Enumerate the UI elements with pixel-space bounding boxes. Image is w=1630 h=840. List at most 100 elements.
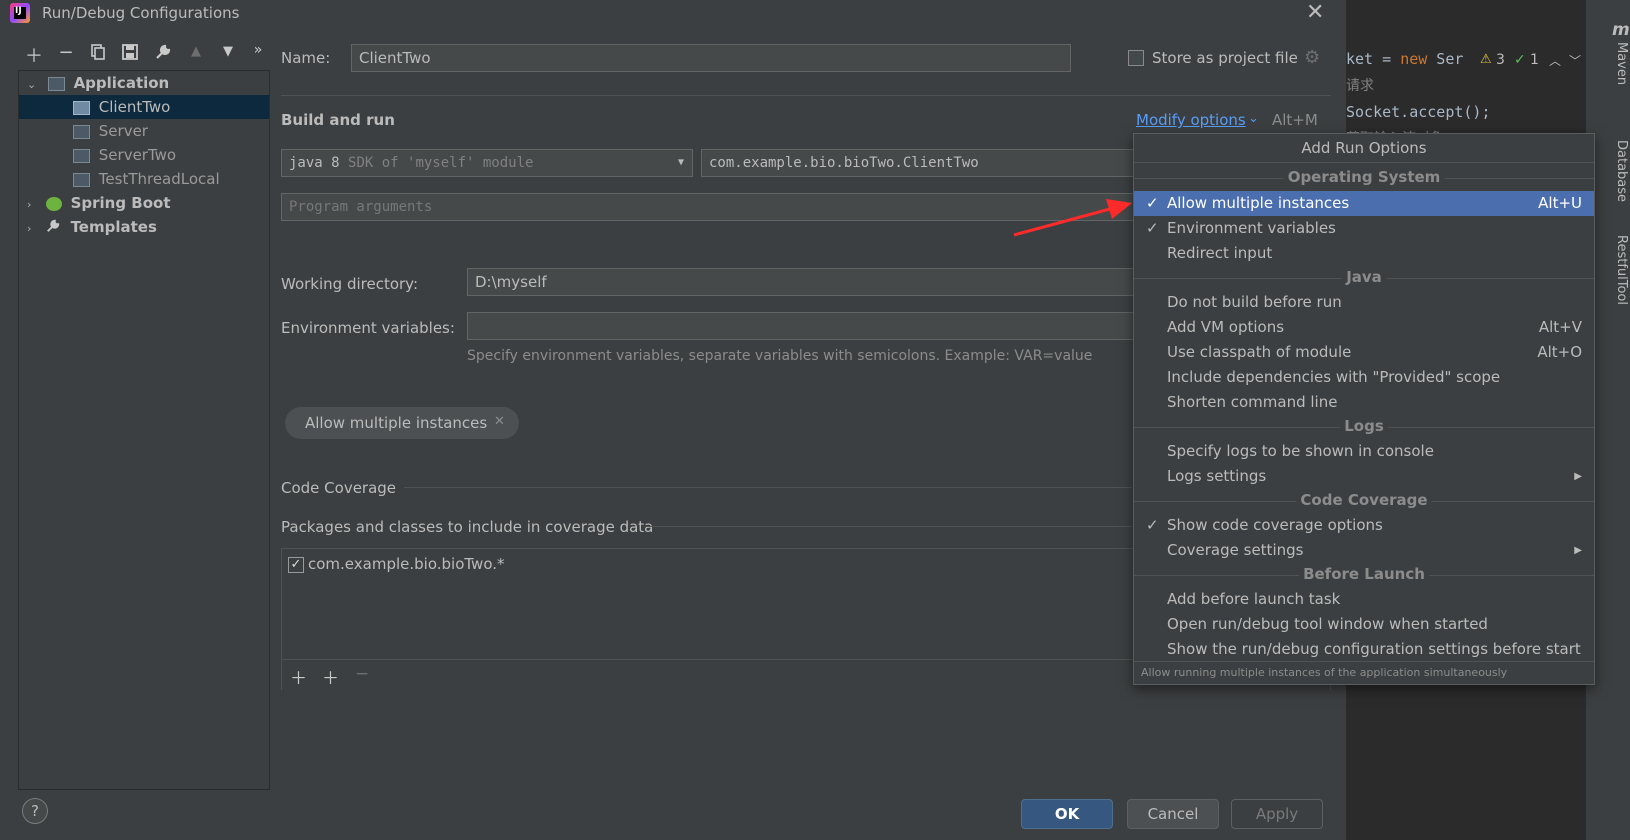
code-comment: 请求 [1346, 78, 1374, 94]
dropdown-arrow-icon: ▼ [677, 157, 684, 168]
option-use-classpath[interactable]: Use classpath of module Alt+O [1134, 340, 1594, 365]
warning-icon[interactable]: ⚠ [1480, 52, 1492, 67]
check-icon: ✓ [1146, 516, 1159, 534]
chevron-right-icon[interactable]: › [27, 217, 41, 241]
tree-node-label: Application [73, 74, 170, 92]
option-include-provided[interactable]: Include dependencies with "Provided" sco… [1134, 365, 1594, 390]
option-add-vm-options[interactable]: Add VM options Alt+V [1134, 315, 1594, 340]
tree-item-clienttwo[interactable]: ClientTwo [19, 95, 269, 119]
warning-count: 3 [1496, 52, 1505, 68]
maven-tool-tab[interactable]: Maven [1614, 42, 1629, 85]
add-icon[interactable]: ＋ [23, 42, 45, 68]
remove-chip-icon[interactable]: ✕ [494, 414, 505, 429]
restful-tool-tab[interactable]: RestfulTool [1614, 235, 1629, 305]
section-operating-system: Operating System [1134, 168, 1594, 188]
option-redirect-input[interactable]: Redirect input [1134, 241, 1594, 266]
tree-item-label: TestThreadLocal [98, 170, 220, 188]
tree-item-testthreadlocal[interactable]: TestThreadLocal [19, 167, 269, 191]
modify-options-shortcut: Alt+M [1272, 111, 1318, 129]
window-title: Run/Debug Configurations [42, 4, 240, 22]
popup-footer-hint: Allow running multiple instances of the … [1134, 661, 1594, 683]
wrench-icon [46, 216, 62, 240]
tree-item-servertwo[interactable]: ServerTwo [19, 143, 269, 167]
configuration-tree: ⌄ Application ClientTwo Server ServerTwo… [18, 70, 270, 790]
tree-item-server[interactable]: Server [19, 119, 269, 143]
tree-node-templates[interactable]: › Templates [19, 215, 269, 239]
code-coverage-title: Code Coverage [281, 479, 397, 497]
option-allow-multiple-instances[interactable]: ✓ Allow multiple instances Alt+U [1134, 191, 1594, 216]
option-specify-logs[interactable]: Specify logs to be shown in console [1134, 439, 1594, 464]
submenu-arrow-icon: ▶ [1574, 471, 1582, 482]
store-project-label: Store as project file [1152, 49, 1298, 67]
build-run-title: Build and run [281, 111, 395, 129]
intellij-logo-icon: IJ [10, 3, 30, 23]
option-add-before-task[interactable]: Add before launch task [1134, 587, 1594, 612]
working-dir-input[interactable]: D:\myself [467, 268, 1141, 296]
option-do-not-build[interactable]: Do not build before run [1134, 290, 1594, 315]
tree-node-spring-boot[interactable]: › Spring Boot [19, 191, 269, 215]
move-down-icon[interactable]: ▼ [217, 44, 239, 59]
database-tool-tab[interactable]: Database [1614, 140, 1629, 202]
copy-icon[interactable] [87, 44, 109, 65]
chip-label: Allow multiple instances [305, 414, 488, 432]
jre-detail: SDK of 'myself' module [348, 155, 534, 171]
chevron-down-icon[interactable]: ﹀ [1569, 52, 1581, 69]
annotation-arrow-icon [1013, 199, 1132, 237]
option-show-settings-before-start[interactable]: Show the run/debug configuration setting… [1134, 637, 1594, 662]
remove-icon[interactable]: − [355, 664, 369, 684]
working-dir-label: Working directory: [281, 275, 419, 293]
apply-button[interactable]: Apply [1231, 799, 1323, 829]
run-config-icon [73, 172, 90, 187]
save-icon[interactable] [119, 44, 141, 65]
check-icon: ✓ [1146, 219, 1159, 237]
option-open-tool-window[interactable]: Open run/debug tool window when started [1134, 612, 1594, 637]
chevron-right-icon[interactable]: › [27, 193, 41, 217]
option-logs-settings[interactable]: Logs settings ▶ [1134, 464, 1594, 489]
divider [646, 526, 1132, 527]
option-environment-variables[interactable]: ✓ Environment variables [1134, 216, 1594, 241]
maven-logo-icon: m [1612, 20, 1630, 40]
name-label: Name: [281, 49, 331, 67]
env-vars-input[interactable] [467, 312, 1141, 340]
chevron-up-icon[interactable]: ︿ [1549, 52, 1561, 69]
code-line: Socket.accept(); [1346, 103, 1491, 121]
main-class-input[interactable]: com.example.bio.bioTwo.ClientTwo [701, 149, 1141, 177]
modify-options-link[interactable]: Modify options [1136, 111, 1246, 129]
allow-multiple-chip[interactable]: Allow multiple instances ✕ [285, 407, 519, 439]
option-coverage-settings[interactable]: Coverage settings ▶ [1134, 538, 1594, 563]
ok-button[interactable]: OK [1021, 799, 1113, 829]
more-icon[interactable]: » [247, 42, 269, 58]
add-package-icon[interactable]: ＋ [322, 664, 339, 689]
store-project-checkbox[interactable] [1128, 50, 1144, 66]
section-before-launch: Before Launch [1134, 565, 1594, 585]
coverage-item-checkbox[interactable]: ✓ [288, 557, 304, 573]
cancel-button[interactable]: Cancel [1127, 799, 1219, 829]
section-code-coverage: Code Coverage [1134, 491, 1594, 511]
add-class-icon[interactable]: ＋ [290, 664, 307, 689]
jre-select[interactable]: java 8 SDK of 'myself' module ▼ [281, 149, 693, 177]
gear-icon[interactable]: ⚙ [1304, 47, 1320, 68]
move-up-icon[interactable]: ▲ [185, 44, 207, 59]
help-button[interactable]: ? [22, 798, 48, 824]
check-icon[interactable]: ✓ [1514, 52, 1526, 68]
popup-title: Add Run Options [1134, 134, 1594, 163]
title-bar: IJ Run/Debug Configurations ✕ [0, 0, 1346, 26]
chevron-down-icon[interactable]: ⌄ [27, 73, 41, 97]
check-count: 1 [1530, 52, 1539, 68]
option-show-coverage[interactable]: ✓ Show code coverage options [1134, 513, 1594, 538]
chevron-down-icon[interactable]: ⌄ [1248, 111, 1259, 126]
run-config-icon [73, 148, 90, 163]
tree-node-label: Spring Boot [70, 194, 171, 212]
packages-label: Packages and classes to include in cover… [281, 518, 654, 536]
name-input[interactable]: ClientTwo [351, 44, 1071, 72]
coverage-item-label: com.example.bio.bioTwo.* [308, 555, 505, 573]
code-line: ket = new Ser [1346, 50, 1464, 68]
wrench-icon[interactable] [152, 44, 174, 65]
divider [404, 487, 1132, 488]
tree-node-label: Templates [70, 218, 157, 236]
remove-icon[interactable]: − [55, 42, 77, 63]
close-icon[interactable]: ✕ [1306, 0, 1324, 25]
jre-value: java 8 [289, 155, 340, 171]
option-shorten-command-line[interactable]: Shorten command line [1134, 390, 1594, 415]
tree-node-application[interactable]: ⌄ Application [19, 71, 269, 95]
